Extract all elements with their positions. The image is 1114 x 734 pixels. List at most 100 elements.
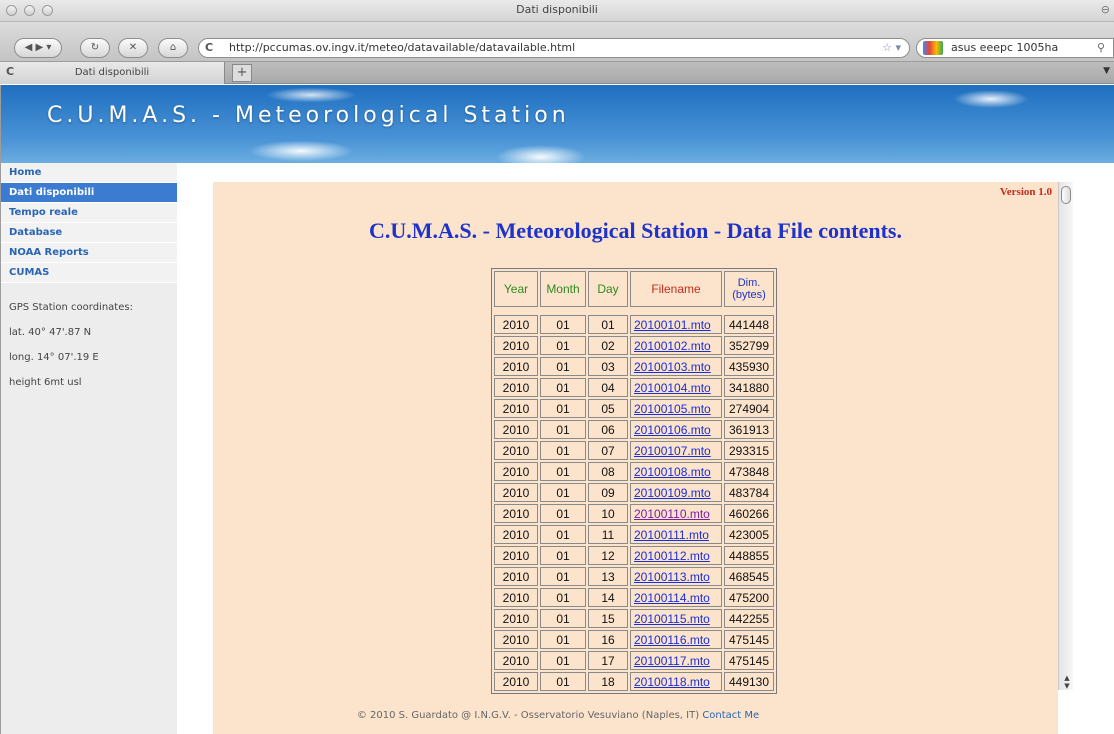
cell-year: 2010 xyxy=(494,483,538,502)
cell-filename[interactable]: 20100112.mto xyxy=(630,546,722,565)
column-header-year: Year xyxy=(494,271,538,307)
cell-filename[interactable]: 20100114.mto xyxy=(630,588,722,607)
cell-day: 08 xyxy=(588,462,628,481)
banner-title: C.U.M.A.S. - Meteorological Station xyxy=(47,103,570,128)
cell-filename[interactable]: 20100106.mto xyxy=(630,420,722,439)
scrollbar-thumb[interactable] xyxy=(1061,186,1071,204)
search-box[interactable]: asus eeepc 1005ha ⚲ xyxy=(916,38,1114,58)
cell-size: 483784 xyxy=(724,483,774,502)
sidebar-item-dati-disponibili[interactable]: Dati disponibili xyxy=(1,183,177,203)
page-title: C.U.M.A.S. - Meteorological Station - Da… xyxy=(369,218,902,243)
reload-button[interactable]: ↻ xyxy=(80,38,110,58)
cell-size: 448855 xyxy=(724,546,774,565)
cell-filename[interactable]: 20100107.mto xyxy=(630,441,722,460)
page-viewport: C.U.M.A.S. - Meteorological Station Home… xyxy=(0,85,1114,734)
contact-link[interactable]: Contact Me xyxy=(702,710,759,721)
sidebar-item-tempo-reale[interactable]: Tempo reale xyxy=(1,203,177,223)
google-icon[interactable] xyxy=(923,41,943,55)
content-scrollbar[interactable]: ▲ ▼ xyxy=(1058,182,1073,690)
cell-filename[interactable]: 20100103.mto xyxy=(630,357,722,376)
cell-filename[interactable]: 20100110.mto xyxy=(630,504,722,523)
cell-filename[interactable]: 20100117.mto xyxy=(630,651,722,670)
cell-filename[interactable]: 20100108.mto xyxy=(630,462,722,481)
cell-month: 01 xyxy=(540,504,586,523)
back-forward-buttons[interactable]: ◀ ▶ ▾ xyxy=(14,38,62,58)
history-chevron-icon[interactable]: ▾ xyxy=(46,42,51,53)
cell-filename[interactable]: 20100102.mto xyxy=(630,336,722,355)
cell-filename[interactable]: 20100111.mto xyxy=(630,525,722,544)
cell-size: 274904 xyxy=(724,399,774,418)
cell-day: 01 xyxy=(588,315,628,334)
cell-filename[interactable]: 20100116.mto xyxy=(630,630,722,649)
cell-month: 01 xyxy=(540,378,586,397)
main-content: Version 1.0 C.U.M.A.S. - Meteorological … xyxy=(213,182,1058,734)
cell-size: 352799 xyxy=(724,336,774,355)
table-row: 2010 01 11 20100111.mto 423005 xyxy=(494,525,774,544)
cell-filename[interactable]: 20100101.mto xyxy=(630,315,722,334)
table-row: 2010 01 03 20100103.mto 435930 xyxy=(494,357,774,376)
stop-button[interactable]: ✕ xyxy=(118,38,148,58)
cell-year: 2010 xyxy=(494,399,538,418)
address-url[interactable]: http://pccumas.ov.ingv.it/meteo/datavail… xyxy=(229,39,575,57)
forward-icon[interactable]: ▶ xyxy=(35,42,43,53)
cell-size: 293315 xyxy=(724,441,774,460)
gps-longitude: long. 14° 07'.19 E xyxy=(9,352,99,363)
cell-size: 473848 xyxy=(724,462,774,481)
cell-size: 468545 xyxy=(724,567,774,586)
cell-month: 01 xyxy=(540,399,586,418)
scroll-arrows-icon[interactable]: ▲ ▼ xyxy=(1061,674,1073,690)
reload-icon: ↻ xyxy=(90,42,100,53)
cell-month: 01 xyxy=(540,588,586,607)
cell-day: 06 xyxy=(588,420,628,439)
magnifier-icon[interactable]: ⚲ xyxy=(1097,39,1105,57)
cell-year: 2010 xyxy=(494,441,538,460)
cell-year: 2010 xyxy=(494,651,538,670)
tab-dati-disponibili[interactable]: C Dati disponibili xyxy=(0,62,225,84)
address-bar[interactable]: C http://pccumas.ov.ingv.it/meteo/datava… xyxy=(198,38,910,58)
sidebar-item-noaa-reports[interactable]: NOAA Reports xyxy=(1,243,177,263)
star-icon[interactable]: ☆ ▾ xyxy=(882,39,901,57)
page-footer: © 2010 S. Guardato @ I.N.G.V. - Osservat… xyxy=(1,710,1114,721)
cell-year: 2010 xyxy=(494,420,538,439)
version-label: Version 1.0 xyxy=(999,186,1052,198)
table-row: 2010 01 08 20100108.mto 473848 xyxy=(494,462,774,481)
sidebar-item-cumas[interactable]: CUMAS xyxy=(1,263,177,283)
cell-month: 01 xyxy=(540,462,586,481)
cell-filename[interactable]: 20100104.mto xyxy=(630,378,722,397)
tab-label: Dati disponibili xyxy=(74,67,150,78)
cell-month: 01 xyxy=(540,441,586,460)
footer-copyright: © 2010 S. Guardato @ I.N.G.V. - Osservat… xyxy=(356,710,700,721)
new-tab-button[interactable]: + xyxy=(232,64,252,82)
cell-filename[interactable]: 20100109.mto xyxy=(630,483,722,502)
home-button[interactable]: ⌂ xyxy=(158,38,188,58)
site-favicon-icon: C xyxy=(205,41,214,54)
table-row: 2010 01 18 20100118.mto 449130 xyxy=(494,672,774,691)
cell-day: 05 xyxy=(588,399,628,418)
plus-icon: + xyxy=(236,65,248,80)
tab-list-chevron-icon[interactable]: ▼ xyxy=(1103,66,1110,76)
cell-filename[interactable]: 20100105.mto xyxy=(630,399,722,418)
cell-filename[interactable]: 20100115.mto xyxy=(630,609,722,628)
home-icon: ⌂ xyxy=(169,42,177,53)
cell-filename[interactable]: 20100113.mto xyxy=(630,567,722,586)
sidebar-item-home[interactable]: Home xyxy=(1,163,177,183)
column-header-filename: Filename xyxy=(630,271,722,307)
cell-day: 10 xyxy=(588,504,628,523)
cell-day: 15 xyxy=(588,609,628,628)
table-row: 2010 01 13 20100113.mto 468545 xyxy=(494,567,774,586)
table-row: 2010 01 12 20100112.mto 448855 xyxy=(494,546,774,565)
back-icon[interactable]: ◀ xyxy=(25,42,33,53)
cell-month: 01 xyxy=(540,567,586,586)
window-titlebar: Dati disponibili ⊖ xyxy=(0,0,1114,22)
cell-year: 2010 xyxy=(494,462,538,481)
cell-year: 2010 xyxy=(494,567,538,586)
cell-size: 361913 xyxy=(724,420,774,439)
gps-height: height 6mt usl xyxy=(9,377,82,388)
sidebar-item-database[interactable]: Database xyxy=(1,223,177,243)
cell-year: 2010 xyxy=(494,609,538,628)
toolbar-toggle-icon[interactable]: ⊖ xyxy=(1101,3,1110,16)
cell-filename[interactable]: 20100118.mto xyxy=(630,672,722,691)
data-file-table: Year Month Day Filename Dim. (bytes) 201… xyxy=(491,268,777,694)
search-input[interactable]: asus eeepc 1005ha xyxy=(951,39,1058,57)
stop-icon: ✕ xyxy=(128,42,138,53)
